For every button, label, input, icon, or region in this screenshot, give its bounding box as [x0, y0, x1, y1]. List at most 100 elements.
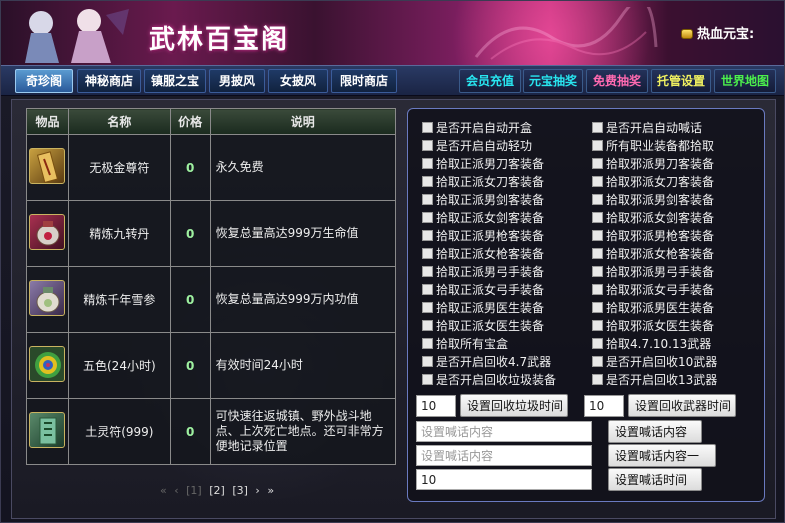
checkbox[interactable] [422, 266, 433, 277]
checkbox[interactable] [422, 320, 433, 331]
checkbox[interactable] [592, 176, 603, 187]
option-pick-xie-male-spear[interactable]: 拾取邪派男枪客装备 [592, 227, 714, 243]
golden-talisman-icon[interactable] [29, 148, 66, 184]
shout-time-input[interactable] [416, 469, 592, 490]
page-prev[interactable]: ‹ [174, 484, 178, 497]
option-pick-xie-male-blade[interactable]: 拾取邪派男刀客装备 [592, 155, 714, 171]
option-pick-zheng-female-blade[interactable]: 拾取正派女刀客装备 [422, 173, 544, 189]
option-recycle-10-weapon[interactable]: 是否开启回收10武器 [592, 353, 717, 369]
page-1[interactable]: [1] [186, 484, 202, 497]
checkbox[interactable] [592, 320, 603, 331]
recycle-junk-time-input[interactable] [416, 395, 456, 417]
tab-world-map[interactable]: 世界地图 [714, 69, 776, 93]
page-next[interactable]: › [255, 484, 259, 497]
table-row[interactable]: 无极金尊符 0 永久免费 [26, 134, 397, 201]
checkbox[interactable] [422, 158, 433, 169]
checkbox[interactable] [422, 248, 433, 259]
option-pick-xie-female-sword[interactable]: 拾取邪派女剑客装备 [592, 209, 714, 225]
page-first[interactable]: « [160, 484, 167, 497]
item-name: 精炼千年雪参 [67, 266, 171, 333]
checkbox[interactable] [592, 266, 603, 277]
option-pick-xie-female-bow[interactable]: 拾取邪派女弓手装备 [592, 281, 714, 297]
option-pick-zheng-male-blade[interactable]: 拾取正派男刀客装备 [422, 155, 544, 171]
checkbox[interactable] [422, 140, 433, 151]
option-pick-zheng-female-bow[interactable]: 拾取正派女弓手装备 [422, 281, 544, 297]
option-recycle-13-weapon[interactable]: 是否开启回收13武器 [592, 371, 717, 387]
checkbox[interactable] [422, 302, 433, 313]
option-pick-all-boxes[interactable]: 拾取所有宝盒 [422, 335, 508, 351]
checkbox[interactable] [422, 176, 433, 187]
pill-jar-icon[interactable] [29, 214, 66, 250]
ginseng-jar-icon[interactable] [29, 280, 66, 316]
option-pick-special-weapons[interactable]: 拾取4.7.10.13武器 [592, 335, 711, 351]
checkbox[interactable] [422, 230, 433, 241]
checkbox[interactable] [422, 284, 433, 295]
tab-hosting-settings[interactable]: 托管设置 [651, 69, 711, 93]
option-pick-zheng-female-doctor[interactable]: 拾取正派女医生装备 [422, 317, 544, 333]
checkbox[interactable] [592, 302, 603, 313]
checkbox[interactable] [592, 194, 603, 205]
jade-talisman-icon[interactable] [29, 412, 66, 448]
option-auto-shout[interactable]: 是否开启自动喊话 [592, 119, 702, 135]
shout-content-input-1[interactable] [416, 421, 592, 442]
checkbox[interactable] [592, 248, 603, 259]
page-3[interactable]: [3] [232, 484, 248, 497]
table-header-row: 物品 名称 价格 说明 [26, 108, 397, 135]
option-pick-xie-female-doctor[interactable]: 拾取邪派女医生装备 [592, 317, 714, 333]
option-pick-zheng-male-bow[interactable]: 拾取正派男弓手装备 [422, 263, 544, 279]
tab-ingot-lottery[interactable]: 元宝抽奖 [523, 69, 583, 93]
tab-treasure[interactable]: 奇珍阁 [15, 69, 73, 93]
option-recycle-junk[interactable]: 是否开启回收垃圾装备 [422, 371, 556, 387]
checkbox[interactable] [592, 338, 603, 349]
table-row[interactable]: 精炼九转丹 0 恢复总量高达999万生命值 [26, 200, 397, 267]
tab-member-recharge[interactable]: 会员充值 [459, 69, 521, 93]
recycle-weapon-time-input[interactable] [584, 395, 624, 417]
option-pick-xie-male-doctor[interactable]: 拾取邪派男医生装备 [592, 299, 714, 315]
set-shout-content-button-2[interactable]: 设置喊话内容一 [608, 444, 716, 467]
option-pick-xie-female-blade[interactable]: 拾取邪派女刀客装备 [592, 173, 714, 189]
tab-server-treasure[interactable]: 镇服之宝 [144, 69, 206, 93]
option-recycle-47-weapon[interactable]: 是否开启回收4.7武器 [422, 353, 551, 369]
option-pick-zheng-male-doctor[interactable]: 拾取正派男医生装备 [422, 299, 544, 315]
set-shout-content-button-1[interactable]: 设置喊话内容 [608, 420, 702, 443]
checkbox[interactable] [592, 122, 603, 133]
checkbox[interactable] [592, 230, 603, 241]
option-pick-xie-male-sword[interactable]: 拾取邪派男剑客装备 [592, 191, 714, 207]
checkbox[interactable] [422, 338, 433, 349]
shout-content-input-2[interactable] [416, 445, 592, 466]
tab-female-cape[interactable]: 女披风 [268, 69, 328, 93]
option-pick-zheng-male-spear[interactable]: 拾取正派男枪客装备 [422, 227, 544, 243]
option-pick-all-class-gear[interactable]: 所有职业装备都拾取 [592, 137, 714, 153]
table-row[interactable]: 土灵符(999) 0 可快速往返城镇、野外战斗地点、上次死亡地点。还可非常方便地… [26, 398, 397, 465]
option-auto-lightness[interactable]: 是否开启自动轻功 [422, 137, 532, 153]
checkbox[interactable] [422, 122, 433, 133]
checkbox[interactable] [592, 356, 603, 367]
page-2[interactable]: [2] [209, 484, 225, 497]
option-pick-zheng-female-spear[interactable]: 拾取正派女枪客装备 [422, 245, 544, 261]
checkbox[interactable] [422, 356, 433, 367]
tab-free-lottery[interactable]: 免费抽奖 [586, 69, 648, 93]
option-pick-zheng-male-sword[interactable]: 拾取正派男剑客装备 [422, 191, 544, 207]
checkbox[interactable] [422, 212, 433, 223]
table-row[interactable]: 精炼千年雪参 0 恢复总量高达999万内功值 [26, 266, 397, 333]
checkbox[interactable] [422, 374, 433, 385]
rainbow-orb-icon[interactable] [29, 346, 66, 382]
checkbox[interactable] [422, 194, 433, 205]
page-last[interactable]: » [267, 484, 274, 497]
set-recycle-junk-time-button[interactable]: 设置回收垃圾时间 [460, 394, 568, 417]
option-pick-xie-male-bow[interactable]: 拾取邪派男弓手装备 [592, 263, 714, 279]
checkbox[interactable] [592, 212, 603, 223]
option-pick-xie-female-spear[interactable]: 拾取邪派女枪客装备 [592, 245, 714, 261]
set-shout-time-button[interactable]: 设置喊话时间 [608, 468, 702, 491]
option-auto-open-box[interactable]: 是否开启自动开盒 [422, 119, 532, 135]
checkbox[interactable] [592, 158, 603, 169]
checkbox[interactable] [592, 374, 603, 385]
checkbox[interactable] [592, 284, 603, 295]
checkbox[interactable] [592, 140, 603, 151]
tab-male-cape[interactable]: 男披风 [209, 69, 265, 93]
set-recycle-weapon-time-button[interactable]: 设置回收武器时间 [628, 394, 736, 417]
table-row[interactable]: 五色(24小时) 0 有效时间24小时 [26, 332, 397, 399]
tab-limited-shop[interactable]: 限时商店 [331, 69, 397, 93]
option-pick-zheng-female-sword[interactable]: 拾取正派女剑客装备 [422, 209, 544, 225]
tab-mystery-shop[interactable]: 神秘商店 [77, 69, 141, 93]
